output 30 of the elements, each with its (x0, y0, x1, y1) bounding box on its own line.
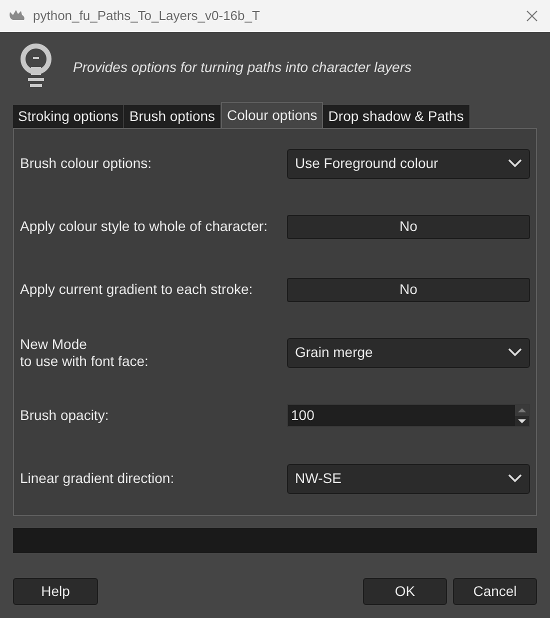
toggle-button[interactable]: No (287, 214, 530, 238)
dropdown[interactable]: NW-SE (287, 464, 530, 494)
chevron-down-icon (508, 348, 522, 357)
decrement-icon[interactable] (515, 416, 529, 426)
cancel-button[interactable]: Cancel (453, 578, 537, 605)
chevron-down-icon (508, 159, 522, 168)
dropdown-value: NW-SE (295, 469, 342, 488)
close-icon[interactable] (526, 10, 538, 22)
option-label: Apply current gradient to each stroke: (20, 281, 253, 298)
option-label: Brush opacity: (20, 407, 109, 424)
option-label: Brush colour options: (20, 155, 152, 172)
option-label: Apply colour style to whole of character: (20, 218, 268, 235)
chevron-down-icon (508, 474, 522, 483)
dropdown[interactable]: Use Foreground colour (287, 148, 530, 178)
option-label: New Mode to use with font face: (20, 336, 148, 370)
tab[interactable]: Drop shadow & Paths (323, 105, 470, 128)
help-button[interactable]: Help (13, 578, 98, 605)
dropdown[interactable]: Grain merge (287, 338, 530, 368)
tab[interactable]: Brush options (124, 105, 222, 128)
spin-value: 100 (290, 406, 316, 425)
toggle-button[interactable]: No (287, 278, 530, 302)
spin-field[interactable]: 100 (287, 404, 530, 427)
dropdown-value: Use Foreground colour (295, 154, 438, 173)
window-title: python_fu_Paths_To_Layers_v0-16b_T (33, 7, 261, 26)
dropdown-value: Grain merge (295, 343, 373, 362)
option-label: Linear gradient direction: (20, 470, 174, 487)
ok-button[interactable]: OK (363, 578, 447, 605)
tab[interactable]: Stroking options (13, 105, 124, 128)
tab[interactable]: Colour options (221, 102, 324, 128)
dialog-description: Provides options for turning paths into character layers (73, 58, 412, 77)
